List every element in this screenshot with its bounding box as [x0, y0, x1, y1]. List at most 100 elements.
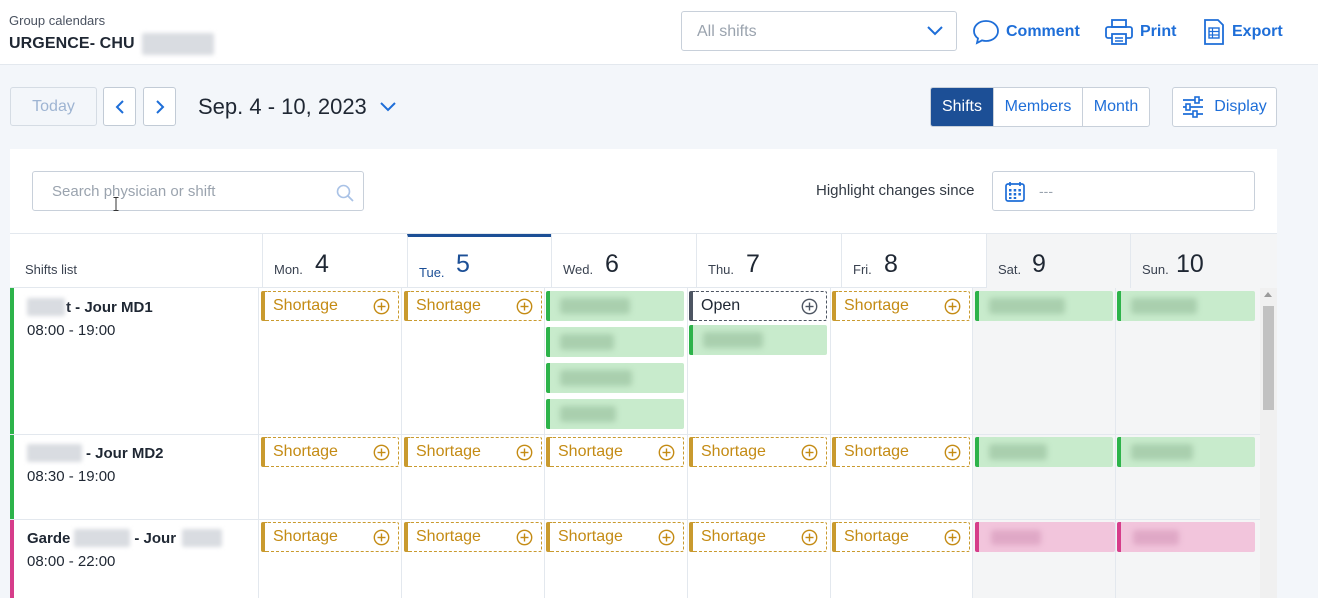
date-range-label: Sep. 4 - 10, 2023 — [198, 94, 367, 119]
shortage-slot[interactable]: Shortage — [261, 291, 399, 321]
chevron-down-icon — [927, 26, 943, 36]
document-export-icon — [1204, 19, 1224, 45]
breadcrumb[interactable]: Group calendars — [9, 13, 105, 28]
shift-filter-select[interactable]: All shifts — [681, 11, 957, 51]
date-range-picker[interactable]: Sep. 4 - 10, 2023 — [198, 94, 397, 120]
view-shifts-button[interactable]: Shifts — [931, 88, 993, 126]
scrollbar-thumb[interactable] — [1263, 306, 1274, 410]
print-button[interactable]: Print — [1104, 15, 1176, 49]
assigned-physician-chip[interactable] — [1117, 522, 1255, 552]
redacted-text — [74, 529, 131, 547]
comment-icon — [973, 20, 999, 45]
shortage-slot[interactable]: Shortage — [832, 291, 970, 321]
add-circle-icon[interactable] — [801, 298, 818, 315]
assigned-physician-chip[interactable] — [546, 363, 684, 393]
comment-label: Comment — [1006, 23, 1080, 40]
print-label: Print — [1140, 23, 1177, 40]
display-settings-button[interactable]: Display — [1172, 87, 1277, 127]
shortage-slot[interactable]: Shortage — [404, 437, 542, 467]
redacted-text — [27, 444, 82, 462]
assigned-physician-chip[interactable] — [689, 325, 827, 355]
shortage-slot[interactable]: Shortage — [832, 437, 970, 467]
highlight-changes-date-input[interactable]: --- — [992, 171, 1255, 211]
printer-icon — [1105, 19, 1133, 45]
shortage-slot[interactable]: Shortage — [261, 522, 399, 552]
add-circle-icon[interactable] — [944, 298, 961, 315]
add-circle-icon[interactable] — [516, 444, 533, 461]
day-header-sun: Sun. 10 — [1130, 234, 1277, 288]
shortage-slot[interactable]: Shortage — [546, 437, 684, 467]
shift-color-bar — [10, 288, 14, 434]
add-circle-icon[interactable] — [373, 529, 390, 546]
export-button[interactable]: Export — [1202, 15, 1283, 49]
day-header-sat: Sat. 9 — [986, 234, 1130, 288]
shift-name[interactable]: - Jour MD2 — [27, 444, 164, 462]
shift-time: 08:30 - 19:00 — [27, 468, 116, 485]
top-bar: Group calendars URGENCE- CHU All shifts … — [0, 0, 1318, 65]
add-circle-icon[interactable] — [516, 529, 533, 546]
day-header-fri: Fri. 8 — [841, 234, 986, 288]
add-circle-icon[interactable] — [373, 298, 390, 315]
assigned-physician-chip[interactable] — [1117, 437, 1255, 467]
view-members-button[interactable]: Members — [993, 88, 1082, 126]
redacted-text — [27, 298, 65, 316]
shift-filter-value: All shifts — [697, 23, 757, 40]
previous-week-button[interactable] — [103, 87, 136, 126]
sliders-icon — [1183, 96, 1204, 118]
page-title: URGENCE- CHU — [9, 33, 215, 55]
shortage-slot[interactable]: Shortage — [689, 522, 827, 552]
assigned-physician-chip[interactable] — [1117, 291, 1255, 321]
add-circle-icon[interactable] — [944, 529, 961, 546]
chevron-left-icon — [115, 99, 124, 114]
shift-color-bar — [10, 520, 14, 598]
shortage-slot[interactable]: Shortage — [832, 522, 970, 552]
assigned-physician-chip[interactable] — [546, 291, 684, 321]
assigned-physician-chip[interactable] — [975, 291, 1113, 321]
shortage-slot[interactable]: Shortage — [404, 522, 542, 552]
add-circle-icon[interactable] — [944, 444, 961, 461]
shift-time: 08:00 - 19:00 — [27, 322, 116, 339]
open-slot[interactable]: Open — [689, 291, 827, 321]
shortage-slot[interactable]: Shortage — [261, 437, 399, 467]
assigned-physician-chip[interactable] — [975, 437, 1113, 467]
calendar-icon — [1005, 182, 1025, 202]
add-circle-icon[interactable] — [801, 444, 818, 461]
redacted-text — [182, 529, 223, 547]
day-header-tue: Tue. 5 — [407, 234, 551, 288]
redacted-text — [142, 33, 215, 55]
comment-button[interactable]: Comment — [972, 15, 1080, 49]
add-circle-icon[interactable] — [373, 444, 390, 461]
assigned-physician-chip[interactable] — [546, 327, 684, 357]
text-cursor-icon — [113, 197, 119, 211]
chevron-down-icon — [380, 102, 396, 112]
scroll-up-arrow-icon[interactable] — [1264, 292, 1272, 297]
add-circle-icon[interactable] — [516, 298, 533, 315]
scrollbar[interactable] — [1260, 288, 1277, 598]
shifts-list-header: Shifts list — [25, 262, 78, 277]
next-week-button[interactable] — [143, 87, 176, 126]
shortage-slot[interactable]: Shortage — [404, 291, 542, 321]
shortage-slot[interactable]: Shortage — [546, 522, 684, 552]
export-label: Export — [1232, 23, 1283, 40]
calendar-header-row: Shifts list Mon. 4 Tue. 5 Wed. 6 Thu. 7 … — [10, 233, 1277, 288]
add-circle-icon[interactable] — [658, 529, 675, 546]
view-month-button[interactable]: Month — [1082, 88, 1149, 126]
shift-name[interactable]: Garde - Jour — [27, 529, 223, 547]
shift-name[interactable]: t - Jour MD1 — [27, 298, 153, 316]
add-circle-icon[interactable] — [658, 444, 675, 461]
search-placeholder: Search physician or shift — [52, 183, 216, 200]
highlight-changes-value: --- — [1039, 183, 1053, 199]
chevron-right-icon — [155, 99, 164, 114]
assigned-physician-chip[interactable] — [546, 399, 684, 429]
shift-color-bar — [10, 435, 14, 519]
calendar-panel: Search physician or shift Highlight chan… — [10, 149, 1277, 598]
day-header-wed: Wed. 6 — [551, 234, 696, 288]
search-input[interactable]: Search physician or shift — [32, 171, 364, 211]
assigned-physician-chip[interactable] — [975, 522, 1115, 552]
day-header-thu: Thu. 7 — [696, 234, 841, 288]
today-button[interactable]: Today — [10, 87, 97, 126]
add-circle-icon[interactable] — [801, 529, 818, 546]
shortage-slot[interactable]: Shortage — [689, 437, 827, 467]
shift-time: 08:00 - 22:00 — [27, 553, 116, 570]
day-header-mon: Mon. 4 — [262, 234, 407, 288]
